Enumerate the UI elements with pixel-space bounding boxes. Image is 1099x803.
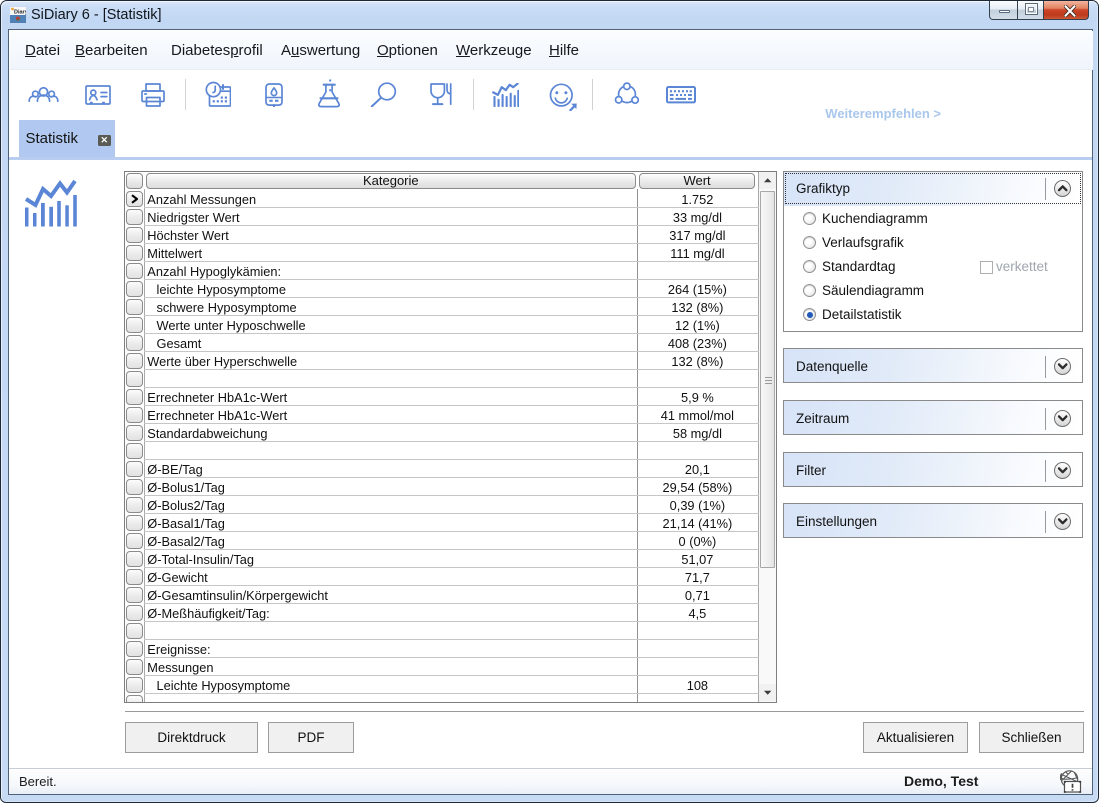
svg-text:Diary: Diary: [14, 10, 26, 16]
